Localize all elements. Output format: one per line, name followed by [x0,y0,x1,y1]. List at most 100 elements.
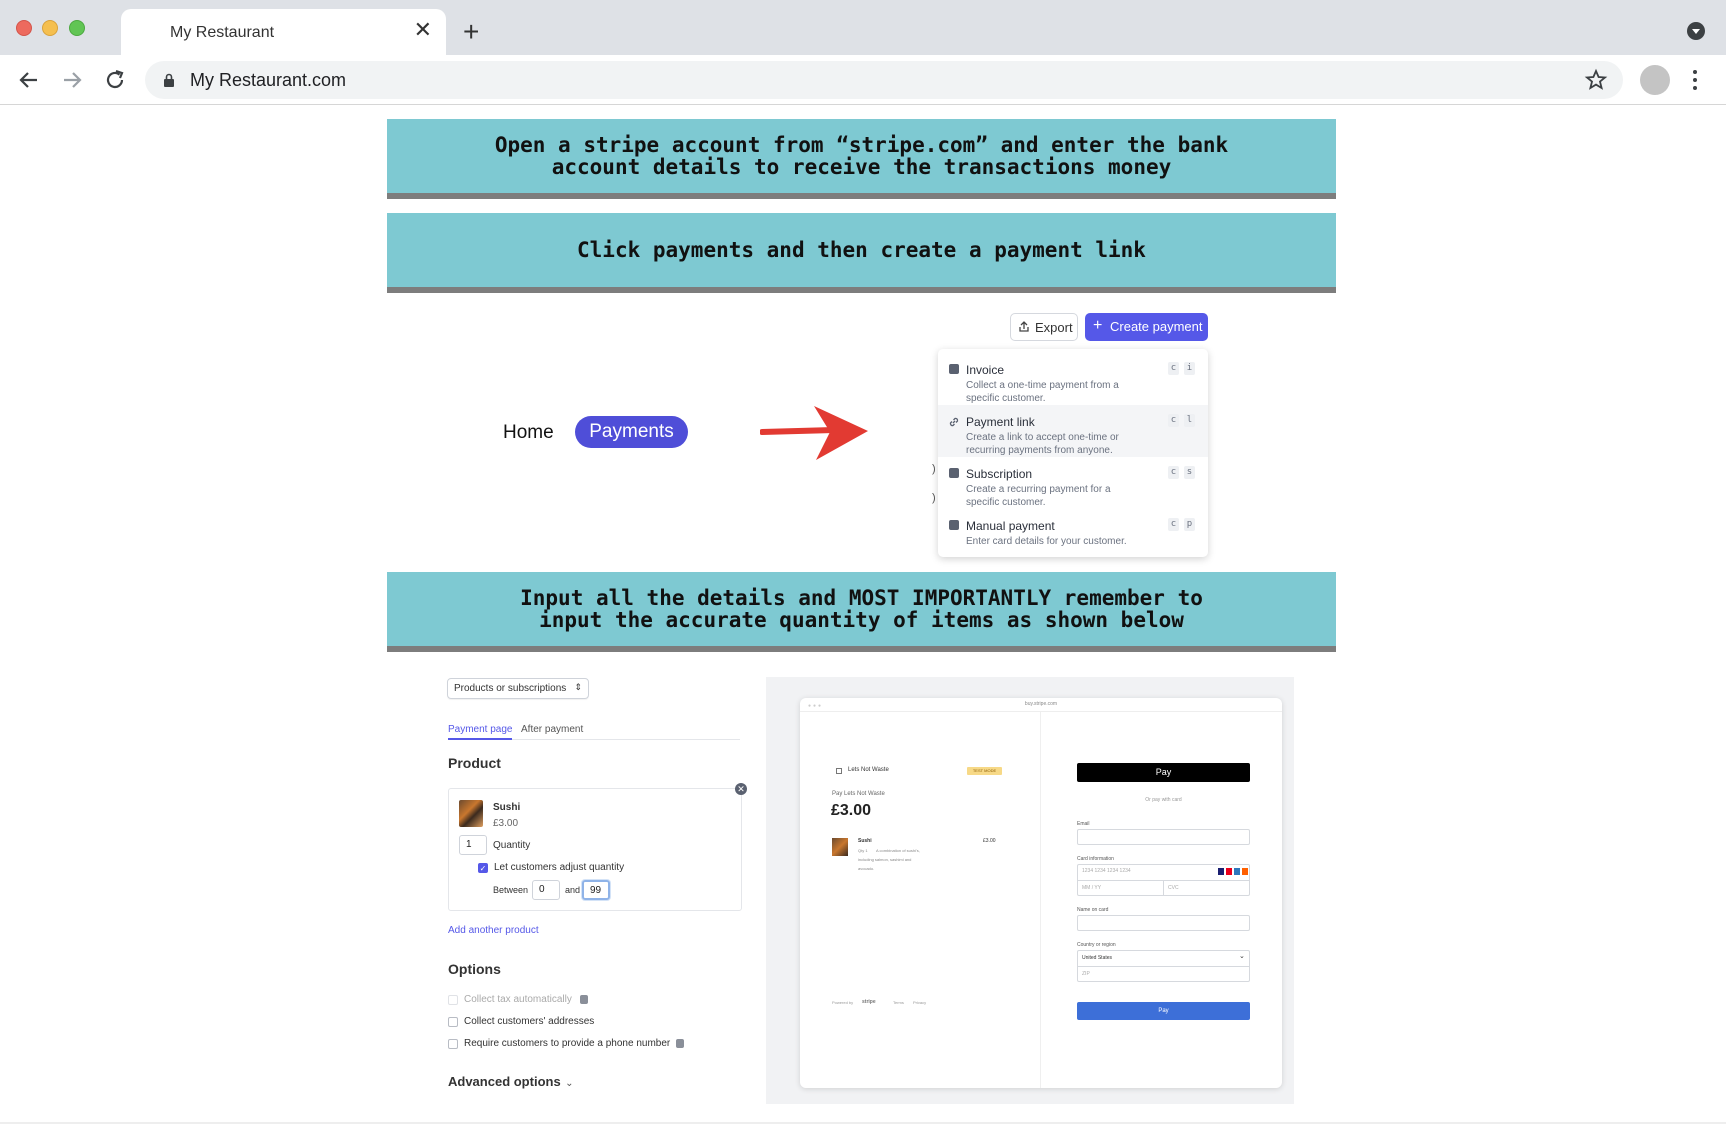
shortcut-key: s [1184,466,1195,479]
partial-text: ) [932,492,936,504]
tab-search-icon[interactable] [1687,22,1705,40]
advanced-options-toggle[interactable]: Advanced options ⌄ [448,1073,574,1091]
menu-item-title: Invoice [966,363,1005,377]
product-type-select[interactable]: Products or subscriptions ⇕ [447,678,589,699]
product-heading: Product [448,755,501,771]
require-phone-label: Require customers to provide a phone num… [464,1038,671,1049]
manual-payment-icon [949,520,959,530]
item-desc-1: A combination of sushi's, [876,848,920,853]
red-arrow-icon [760,406,868,460]
adjust-quantity-label: Let customers adjust quantity [494,862,625,873]
tab-close-icon[interactable]: ✕ [414,19,432,41]
min-quantity-input[interactable]: 0 [532,880,560,900]
zip-placeholder: ZIP [1082,971,1090,977]
item-name: Sushi [858,838,872,844]
new-tab-icon[interactable]: + [463,18,479,46]
address-bar[interactable]: My Restaurant.com [145,61,1623,99]
shortcut-key: l [1184,414,1195,427]
plus-icon: + [1093,317,1103,334]
back-icon[interactable] [15,66,43,94]
menu-item-desc: Create a recurring payment for a specifi… [966,484,1111,508]
cvc-placeholder: CVC [1168,885,1179,891]
country-value[interactable]: United States [1082,955,1112,961]
tab-title: My Restaurant [170,24,275,41]
browser-tab[interactable]: My Restaurant ✕ [121,9,446,55]
tab-payment-page[interactable]: Payment page [448,724,513,735]
menu-item-title: Payment link [966,415,1035,429]
nav-payments-pill[interactable]: Payments [575,416,688,448]
terms-link[interactable]: Terms [893,1000,904,1005]
menu-item-payment-link[interactable]: Payment link Create a link to accept one… [938,405,1208,457]
collect-tax-label: Collect tax automatically [464,994,572,1005]
item-thumbnail [832,838,848,856]
quantity-input[interactable]: 1 [459,835,487,855]
require-phone-checkbox[interactable] [448,1039,458,1049]
url-text: My Restaurant.com [190,70,347,90]
profile-avatar[interactable] [1640,65,1670,95]
item-qty: Qty 1 [858,848,868,853]
merchant-icon [836,768,842,774]
step2-banner: Click payments and then create a payment… [387,213,1336,293]
apple-pay-button[interactable]: Pay [1077,763,1250,782]
export-button[interactable]: Export [1010,313,1078,341]
preview-url: buy.stripe.com [1024,701,1058,707]
card-divider [1163,880,1164,896]
quantity-label: Quantity [493,840,531,851]
pay-button[interactable]: Pay [1077,1002,1250,1020]
close-window-button[interactable] [16,20,32,36]
browser-menu-icon[interactable] [1690,67,1700,93]
info-icon[interactable] [676,1039,684,1048]
create-payment-label: Create payment [1110,319,1203,334]
email-field[interactable] [1077,829,1250,845]
checkout-preview: ●●● buy.stripe.com Lets Not Waste TEST M… [800,698,1282,1088]
shortcut-key: c [1168,466,1179,479]
product-type-value: Products or subscriptions [454,683,567,694]
chevron-down-icon: ⌄ [565,1078,574,1089]
create-payment-button[interactable]: + Create payment [1085,313,1208,341]
add-another-product-link[interactable]: Add another product [448,925,539,936]
subscription-icon [949,468,959,478]
between-label: Between [493,885,529,895]
item-desc-3: avocado. [858,866,875,871]
max-quantity-input[interactable]: 99 [582,880,610,900]
powered-by: Powered by [832,1000,854,1005]
reload-icon[interactable] [101,66,129,94]
menu-item-subscription[interactable]: Subscription Create a recurring payment … [938,457,1208,509]
create-payment-menu: Invoice Collect a one-time payment from … [938,349,1208,557]
privacy-link[interactable]: Privacy [913,1000,926,1005]
shortcut-key: c [1168,362,1179,375]
step2-banner-text: Click payments and then create a payment… [577,238,1146,262]
info-icon[interactable] [580,995,588,1004]
country-label: Country or region [1077,942,1116,948]
item-desc-2: including salmon, sashimi and [858,857,912,862]
item-price: £3.00 [983,838,996,844]
menu-item-manual-payment[interactable]: Manual payment Enter card details for yo… [938,509,1208,561]
name-on-card-label: Name on card [1077,907,1109,913]
maximize-window-button[interactable] [69,20,85,36]
merchant-name: Lets Not Waste [848,767,889,773]
adjust-quantity-checkbox[interactable]: ✓ [478,863,488,873]
menu-item-title: Subscription [966,467,1033,481]
step3-banner-line2: input the accurate quantity of items as … [539,608,1184,632]
minimize-window-button[interactable] [42,20,58,36]
advanced-options-label: Advanced options [448,1074,561,1089]
browser-toolbar: My Restaurant.com [0,55,1726,105]
partial-text: ) [932,463,936,475]
tab-after-payment[interactable]: After payment [521,724,583,735]
step3-banner: Input all the details and MOST IMPORTANT… [387,572,1336,652]
shortcut-key: i [1184,362,1195,375]
collect-addresses-checkbox[interactable] [448,1017,458,1027]
card-brands-icon [1218,868,1248,875]
bookmark-star-icon[interactable] [1584,68,1608,92]
collect-tax-checkbox[interactable] [448,995,458,1005]
export-label: Export [1035,320,1073,335]
remove-product-icon[interactable]: ✕ [735,783,747,795]
forward-icon[interactable] [58,66,86,94]
menu-item-invoice[interactable]: Invoice Collect a one-time payment from … [938,353,1208,405]
preview-window-dots: ●●● [808,703,824,709]
options-heading: Options [448,961,501,977]
link-icon [949,417,959,427]
nav-home[interactable]: Home [503,422,554,444]
name-on-card-field[interactable] [1077,915,1250,931]
expiry-placeholder: MM / YY [1082,885,1102,891]
